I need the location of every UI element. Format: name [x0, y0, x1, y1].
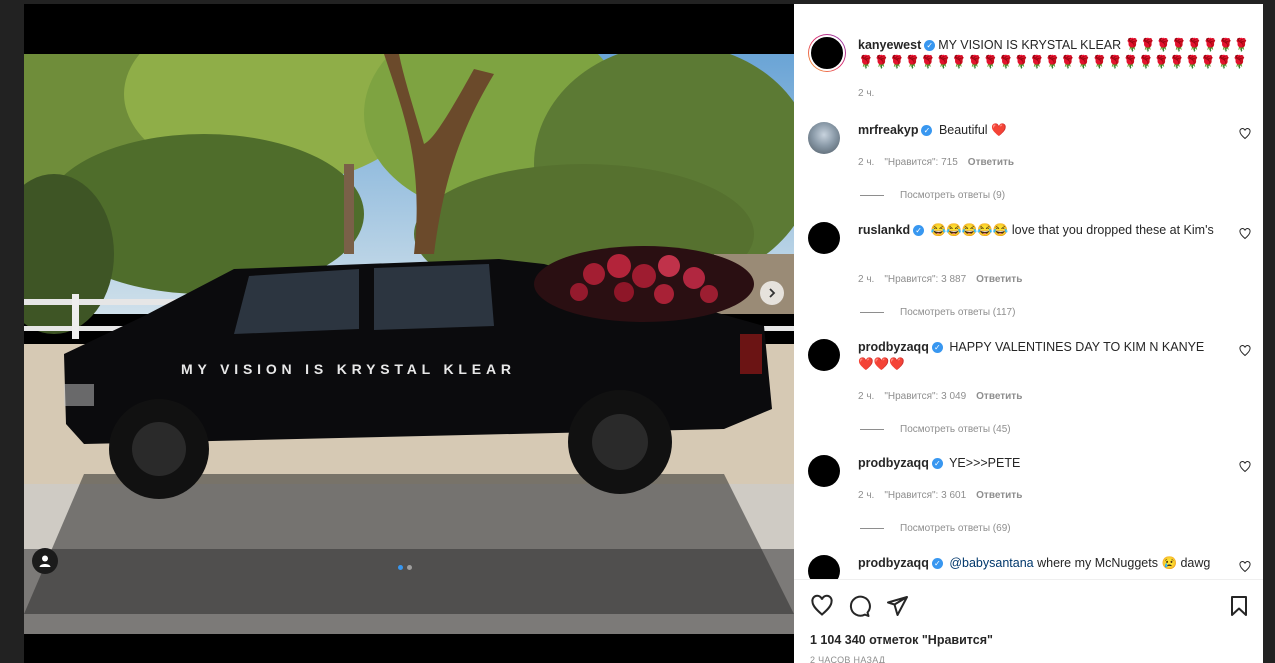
comment-icon[interactable]	[847, 594, 871, 618]
carousel-dot	[407, 565, 412, 570]
comment-time[interactable]: 2 ч.	[858, 391, 874, 402]
likes-count[interactable]: 1 104 340 отметок "Нравится"	[810, 633, 993, 647]
comment-meta: 2 ч. "Нравится": 3 601 Ответить	[858, 490, 1032, 501]
comment-avatar[interactable]	[808, 222, 840, 254]
truck-photo-illustration: MY VISION IS KRYSTAL KLEAR	[24, 54, 794, 634]
comment-body: love that you dropped these at Kim's	[1011, 223, 1214, 237]
verified-badge-icon: ✓	[931, 458, 943, 469]
author-username[interactable]: kanyewest	[858, 38, 921, 52]
comment-text: mrfreakyp ✓ Beautiful ❤️	[858, 122, 1218, 139]
comment-like-heart-icon[interactable]	[1239, 345, 1251, 357]
author-avatar[interactable]	[808, 34, 846, 72]
comment-meta: 2 ч. "Нравится": 3 049 Ответить	[858, 391, 1032, 402]
heart-icon[interactable]	[810, 594, 834, 618]
comment-body: YE>>>PETE	[949, 456, 1021, 470]
comment-likes[interactable]: "Нравится": 3 049	[884, 391, 966, 402]
comment-username[interactable]: prodbyzaqq	[858, 340, 929, 354]
view-replies-label: Посмотреть ответы (117)	[900, 307, 1016, 318]
reply-button[interactable]: Ответить	[976, 490, 1022, 501]
comments-panel: kanyewest ✓ MY VISION IS KRYSTAL KLEAR 🌹🌹🌹…	[794, 4, 1263, 663]
comment-username[interactable]: prodbyzaqq	[858, 456, 929, 470]
reply-button[interactable]: Ответить	[968, 157, 1014, 168]
comment-likes[interactable]: "Нравится": 715	[884, 157, 957, 168]
next-photo-button[interactable]	[760, 281, 784, 305]
caption-text: kanyewest ✓ MY VISION IS KRYSTAL KLEAR 🌹🌹🌹…	[858, 37, 1250, 71]
view-replies-button[interactable]: Посмотреть ответы (117)	[860, 307, 1015, 318]
comment-like-heart-icon[interactable]	[1239, 461, 1251, 473]
verified-badge-icon: ✓	[931, 558, 943, 569]
panel-top-edge	[794, 4, 1263, 8]
caption-time[interactable]: 2 ч.	[858, 88, 874, 99]
post-media-panel: MY VISION IS KRYSTAL KLEAR	[24, 4, 794, 663]
user-tag-button[interactable]	[32, 548, 58, 574]
reply-button[interactable]: Ответить	[976, 274, 1022, 285]
bookmark-icon[interactable]	[1227, 594, 1251, 618]
user-tag-icon	[39, 555, 51, 567]
comment-meta: 2 ч. "Нравится": 3 887 Ответить	[858, 274, 1032, 285]
comment-body: where my McNuggets 😢 dawg	[1037, 556, 1211, 570]
verified-badge-icon: ✓	[931, 342, 943, 353]
view-replies-button[interactable]: Посмотреть ответы (45)	[860, 424, 1011, 435]
comment-emoji: ❤️	[991, 123, 1007, 137]
comment-time[interactable]: 2 ч.	[858, 490, 874, 501]
comment-avatar[interactable]	[808, 339, 840, 371]
comment-avatar[interactable]	[808, 122, 840, 154]
comment-avatar[interactable]	[808, 455, 840, 487]
view-replies-label: Посмотреть ответы (45)	[900, 424, 1011, 435]
comment-likes[interactable]: "Нравится": 3 601	[884, 490, 966, 501]
view-replies-button[interactable]: Посмотреть ответы (9)	[860, 190, 1005, 201]
view-replies-button[interactable]: Посмотреть ответы (69)	[860, 523, 1011, 534]
comment-like-heart-icon[interactable]	[1239, 228, 1251, 240]
posted-time[interactable]: 2 ЧАСОВ НАЗАД	[810, 655, 885, 663]
comment-like-heart-icon[interactable]	[1239, 561, 1251, 573]
comment-emoji: 😂😂😂😂😂	[930, 223, 1009, 237]
comment-time[interactable]: 2 ч.	[858, 157, 874, 168]
comment-text: prodbyzaqq ✓ @babysantana where my McNugg…	[858, 555, 1218, 572]
comment-meta: 2 ч. "Нравится": 715 Ответить	[858, 157, 1024, 168]
verified-badge-icon: ✓	[924, 40, 936, 51]
verified-badge-icon: ✓	[921, 125, 933, 136]
comment-time[interactable]: 2 ч.	[858, 274, 874, 285]
verified-badge-icon: ✓	[913, 225, 925, 236]
comment-likes[interactable]: "Нравится": 3 887	[884, 274, 966, 285]
post-photo[interactable]: MY VISION IS KRYSTAL KLEAR	[24, 54, 794, 634]
comment-username[interactable]: mrfreakyp	[858, 123, 918, 137]
chevron-right-icon	[769, 288, 776, 298]
comment-body: HAPPY VALENTINES DAY TO KIM N KANYE	[949, 340, 1205, 354]
comment-like-heart-icon[interactable]	[1239, 128, 1251, 140]
carousel-dots	[398, 565, 412, 570]
comment-username[interactable]: ruslankd	[858, 223, 910, 237]
paper-plane-icon[interactable]	[885, 594, 909, 618]
comment-body: Beautiful	[938, 123, 988, 137]
post-actions-bar: 1 104 340 отметок "Нравится" 2 ЧАСОВ НАЗ…	[794, 579, 1263, 663]
view-replies-label: Посмотреть ответы (9)	[900, 190, 1006, 201]
comment-emoji: ❤️❤️❤️	[858, 357, 905, 371]
comment-text: prodbyzaqq ✓ YE>>>PETE	[858, 455, 1218, 472]
comment-text: ruslankd ✓ 😂😂😂😂😂 love that you dropped th…	[858, 222, 1218, 239]
comment-text: prodbyzaqq ✓ HAPPY VALENTINES DAY TO KIM …	[858, 339, 1218, 373]
reply-button[interactable]: Ответить	[976, 391, 1022, 402]
comment-username[interactable]: prodbyzaqq	[858, 556, 929, 570]
caption-body: MY VISION IS KRYSTAL KLEAR	[938, 38, 1122, 52]
carousel-dot-active	[398, 565, 403, 570]
view-replies-label: Посмотреть ответы (69)	[900, 523, 1011, 534]
comment-mention[interactable]: @babysantana	[949, 556, 1033, 570]
